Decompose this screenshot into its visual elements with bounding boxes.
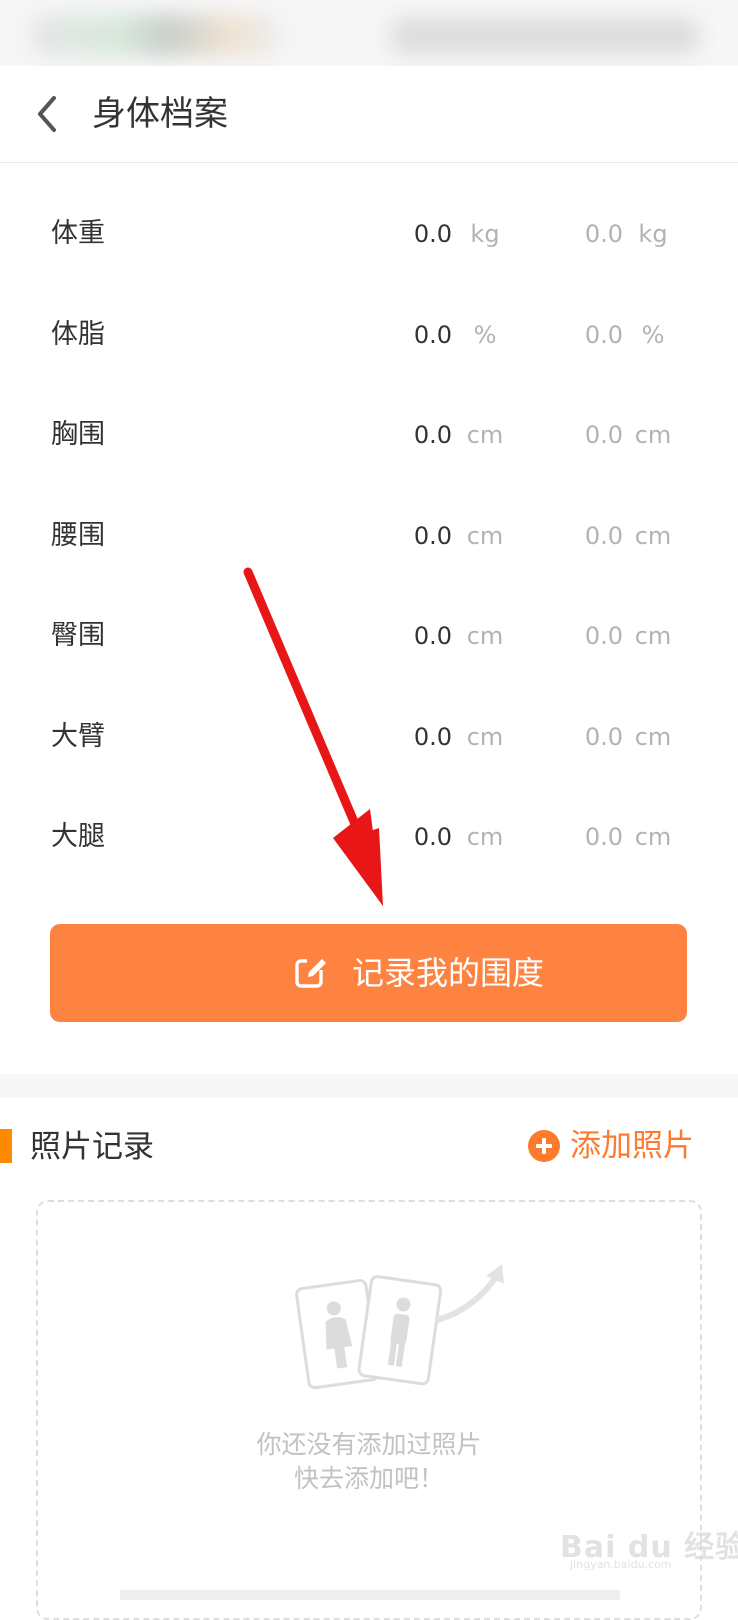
measurement-row-weight[interactable]: 体重 0.0 kg 0.0 kg	[0, 184, 738, 285]
add-photo-label: 添加照片	[570, 1128, 694, 1164]
blurred-status-left	[30, 14, 280, 56]
current-unit: cm	[466, 521, 504, 550]
measurement-label: 大腿	[51, 821, 105, 852]
target-value: 0.0	[584, 521, 623, 550]
current-unit: cm	[466, 722, 504, 751]
baidu-jingyan-watermark: Bai du 经验 jingyan.baidu.com	[560, 1512, 738, 1574]
current-value: 0.0	[413, 521, 452, 550]
target-value: 0.0	[584, 320, 623, 349]
current-value: 0.0	[413, 622, 452, 650]
empty-photos-illustration	[295, 1264, 504, 1390]
back-button[interactable]	[26, 90, 70, 138]
measurement-row-chest[interactable]: 胸围 0.0 cm 0.0 cm	[0, 385, 738, 486]
current-unit: kg	[470, 220, 500, 248]
empty-state-hint: 快去添加吧！	[293, 1464, 444, 1493]
measurement-label: 腰围	[51, 519, 105, 551]
status-bar	[0, 0, 738, 66]
current-value: 0.0	[413, 320, 452, 349]
current-value: 0.0	[413, 220, 452, 248]
current-unit: cm	[466, 421, 504, 449]
measurement-row-body-fat[interactable]: 体脂 0.0 % 0.0 %	[0, 285, 738, 386]
photo-section-title: 照片记录	[30, 1129, 154, 1165]
current-unit: cm	[466, 622, 504, 650]
record-button-label: 记录我的围度	[352, 954, 545, 992]
section-divider	[0, 1074, 738, 1098]
plus-circle-icon	[528, 1130, 560, 1162]
target-unit: cm	[634, 823, 672, 851]
target-unit: cm	[634, 722, 672, 751]
measurement-label: 大臂	[51, 720, 105, 752]
target-unit: %	[641, 320, 665, 349]
watermark-url: jingyan.baidu.com	[570, 1558, 672, 1571]
measurement-row-upper-arm[interactable]: 大臂 0.0 cm 0.0 cm	[0, 687, 738, 788]
measurement-label: 臀围	[51, 620, 105, 651]
target-unit: cm	[634, 622, 672, 650]
chevron-left-icon	[38, 96, 56, 132]
app-header: 身体档案	[0, 66, 738, 163]
target-value: 0.0	[584, 421, 623, 449]
measurement-label: 胸围	[51, 419, 105, 450]
empty-state-text: 你还没有添加过照片	[256, 1430, 482, 1459]
target-unit: kg	[638, 220, 668, 248]
measurement-label: 体重	[51, 218, 105, 249]
measurement-list: 体重 0.0 kg 0.0 kg 体脂 0.0 % 0.0 % 胸围 0.0 c…	[0, 184, 738, 888]
measurement-label: 体脂	[51, 318, 105, 350]
measurement-row-hip[interactable]: 臀围 0.0 cm 0.0 cm	[0, 586, 738, 687]
current-value: 0.0	[413, 823, 452, 851]
measurement-row-waist[interactable]: 腰围 0.0 cm 0.0 cm	[0, 486, 738, 587]
target-value: 0.0	[584, 220, 623, 248]
current-unit: cm	[466, 823, 504, 851]
target-unit: cm	[634, 521, 672, 550]
page-title: 身体档案	[92, 94, 228, 134]
blurred-status-right	[390, 18, 700, 54]
current-unit: %	[473, 320, 497, 349]
target-value: 0.0	[584, 823, 623, 851]
current-value: 0.0	[413, 722, 452, 751]
target-value: 0.0	[584, 722, 623, 751]
target-value: 0.0	[584, 622, 623, 650]
record-measurements-button[interactable]: 记录我的围度	[50, 924, 687, 1022]
edit-icon	[295, 958, 328, 988]
bottom-strip	[120, 1590, 620, 1600]
target-unit: cm	[634, 421, 672, 449]
measurement-row-thigh[interactable]: 大腿 0.0 cm 0.0 cm	[0, 787, 738, 888]
current-value: 0.0	[413, 421, 452, 449]
section-marker	[0, 1129, 12, 1163]
